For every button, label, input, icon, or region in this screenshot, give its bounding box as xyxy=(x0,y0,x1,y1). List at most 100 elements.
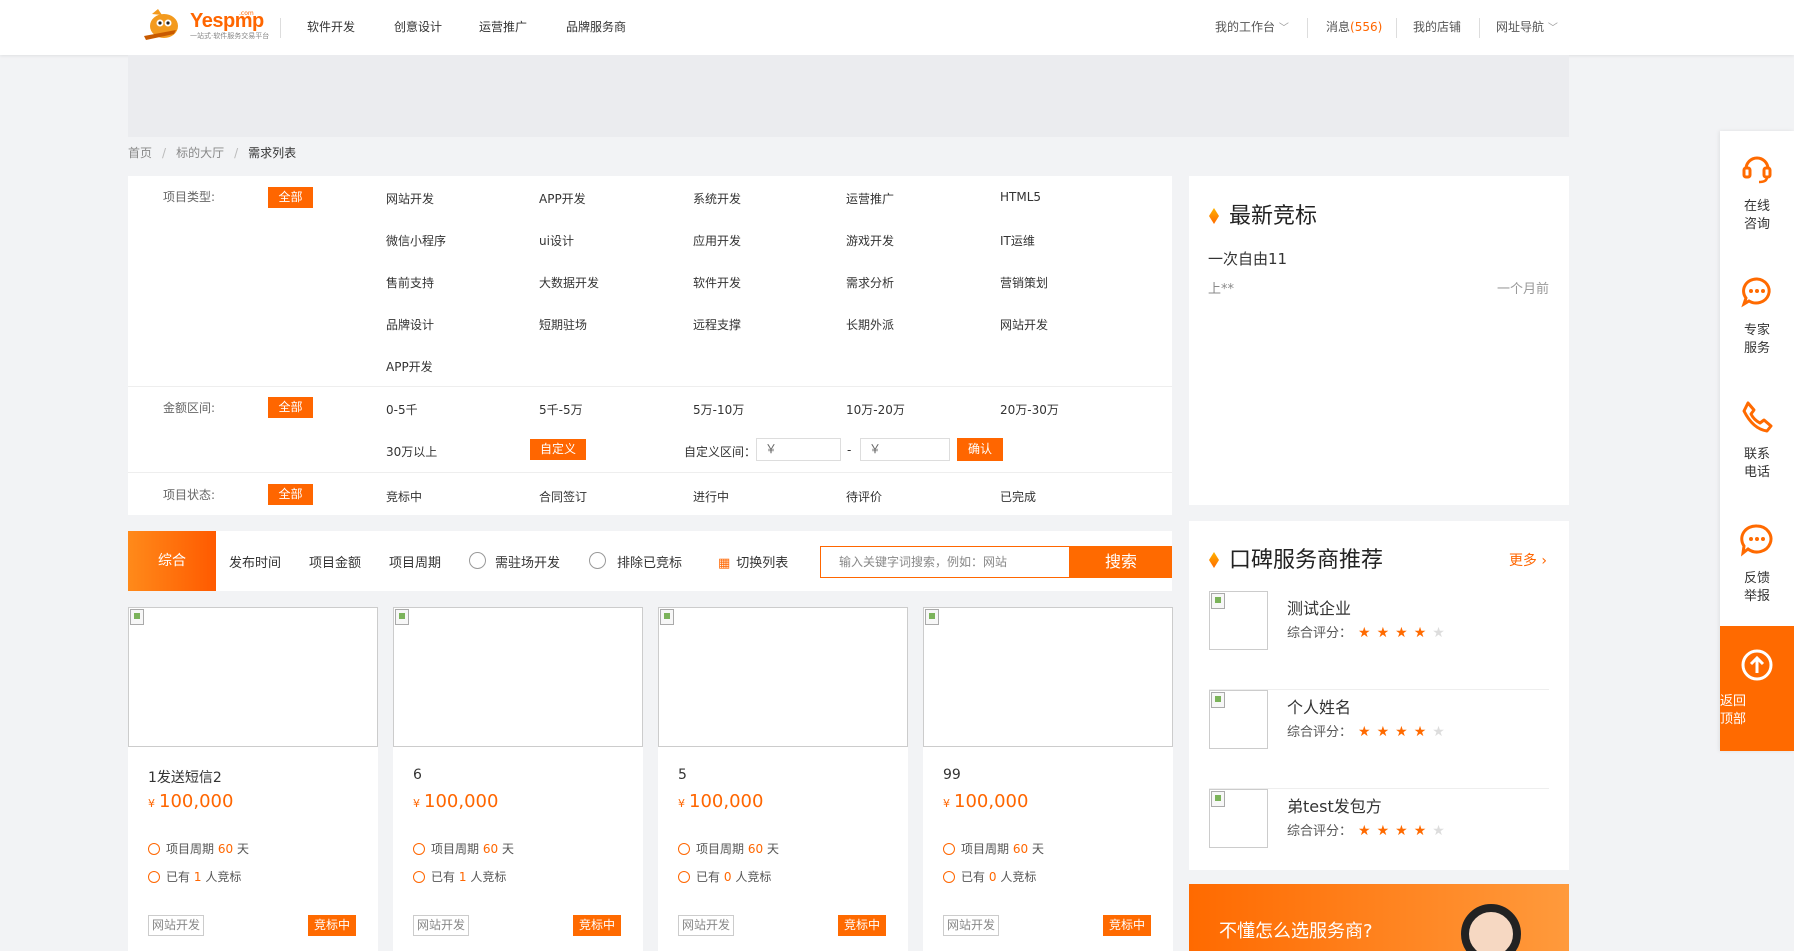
type-option[interactable]: 应用开发 xyxy=(693,232,741,249)
type-option[interactable]: 网站开发 xyxy=(386,190,434,207)
amount-option[interactable]: 5万-10万 xyxy=(693,401,744,418)
feedback-report-button[interactable]: 反馈 举报 xyxy=(1720,503,1794,627)
amount-option[interactable]: 10万-20万 xyxy=(846,401,905,418)
status-option[interactable]: 进行中 xyxy=(693,488,729,505)
sort-amount[interactable]: 项目金额 xyxy=(309,552,361,571)
expert-service-button[interactable]: 专家 服务 xyxy=(1720,255,1794,379)
toggle-list-button[interactable]: ▦ 切换列表 xyxy=(718,552,788,571)
type-option[interactable]: 营销策划 xyxy=(1000,274,1048,291)
latest-bid-item-title[interactable]: 一次自由11 xyxy=(1208,248,1287,269)
status-option[interactable]: 竞标中 xyxy=(386,488,422,505)
star-empty-icon: ★ xyxy=(1432,724,1445,740)
broken-image-icon xyxy=(925,609,939,625)
workspace-label: 我的工作台 xyxy=(1215,20,1276,34)
status-option[interactable]: 待评价 xyxy=(846,488,882,505)
type-option[interactable]: 软件开发 xyxy=(693,274,741,291)
max-amount-input[interactable]: ￥ xyxy=(860,438,950,461)
custom-range-button[interactable]: 自定义 xyxy=(530,439,586,460)
type-option[interactable]: 短期驻场 xyxy=(539,316,587,333)
star-icon: ★ xyxy=(1413,823,1427,839)
sitemap-menu[interactable]: 网址导航 ﹀ xyxy=(1496,18,1558,35)
back-to-top-button[interactable]: 返回 顶部 xyxy=(1720,626,1794,751)
type-option[interactable]: 游戏开发 xyxy=(846,232,894,249)
feedback-report-label: 反馈 举报 xyxy=(1743,571,1770,604)
contact-phone-button[interactable]: 联系 电话 xyxy=(1720,379,1794,503)
type-option[interactable]: IT运维 xyxy=(1000,232,1035,249)
type-all-button[interactable]: 全部 xyxy=(268,187,313,208)
sort-publish-time[interactable]: 发布时间 xyxy=(229,552,281,571)
breadcrumb-home[interactable]: 首页 xyxy=(128,146,152,160)
amount-option[interactable]: 20万-30万 xyxy=(1000,401,1059,418)
onsite-label[interactable]: 需驻场开发 xyxy=(495,552,560,571)
type-option[interactable]: 微信小程序 xyxy=(386,232,446,249)
type-option[interactable]: ui设计 xyxy=(539,232,574,249)
amount-option[interactable]: 30万以上 xyxy=(386,443,437,460)
provider-avatar xyxy=(1209,789,1268,848)
provider-item[interactable]: 个人姓名 综合评分： ★ ★ ★ ★ ★ xyxy=(1209,690,1549,789)
provider-item[interactable]: 测试企业 综合评分： ★ ★ ★ ★ ★ xyxy=(1209,591,1549,690)
online-consult-button[interactable]: 在线 咨询 xyxy=(1720,131,1794,255)
breadcrumb: 首页 / 标的大厅 / 需求列表 xyxy=(128,144,296,161)
project-cycle: 项目周期 60 天 xyxy=(148,840,249,857)
diamond-icon xyxy=(1209,208,1219,224)
provider-name[interactable]: 测试企业 xyxy=(1287,595,1351,619)
project-title[interactable]: 1发送短信2 xyxy=(148,767,222,787)
status-option[interactable]: 已完成 xyxy=(1000,488,1036,505)
search-button[interactable]: 搜索 xyxy=(1070,546,1172,578)
project-card[interactable]: 99 ¥100,000 项目周期 60 天 已有 0 人竞标 网站开发 竞标中 xyxy=(923,607,1173,951)
provider-name[interactable]: 弟test发包方 xyxy=(1287,793,1382,817)
onsite-radio[interactable] xyxy=(469,552,486,569)
amount-option[interactable]: 0-5千 xyxy=(386,401,418,418)
more-providers-link[interactable]: 更多 › xyxy=(1509,550,1547,570)
nav-brand-providers[interactable]: 品牌服务商 xyxy=(566,18,626,35)
project-title[interactable]: 5 xyxy=(678,767,687,783)
exclude-bid-label[interactable]: 排除已竞标 xyxy=(617,552,682,571)
type-option[interactable]: 网站开发 xyxy=(1000,316,1048,333)
type-option[interactable]: 运营推广 xyxy=(846,190,894,207)
type-option[interactable]: APP开发 xyxy=(539,190,586,207)
header-divider xyxy=(280,18,281,38)
min-amount-input[interactable]: ￥ xyxy=(756,438,841,461)
provider-item[interactable]: 弟test发包方 综合评分： ★ ★ ★ ★ ★ xyxy=(1209,789,1549,888)
project-card[interactable]: 6 ¥100,000 项目周期 60 天 已有 1 人竞标 网站开发 竞标中 xyxy=(393,607,643,951)
type-option[interactable]: HTML5 xyxy=(1000,190,1041,204)
project-title[interactable]: 99 xyxy=(943,767,961,783)
breadcrumb-hall[interactable]: 标的大厅 xyxy=(176,146,224,160)
site-logo[interactable]: Yespmp 一站式·软件服务交易平台 .com xyxy=(136,6,269,44)
logo-tagline: 一站式·软件服务交易平台 xyxy=(190,31,270,40)
messages-link[interactable]: 消息(556) xyxy=(1326,18,1382,35)
status-all-button[interactable]: 全部 xyxy=(268,484,313,505)
status-option[interactable]: 合同签订 xyxy=(539,488,587,505)
amount-range-label: 金额区间: xyxy=(163,401,216,415)
chat-headset-icon xyxy=(1741,277,1771,308)
type-option[interactable]: 售前支持 xyxy=(386,274,434,291)
breadcrumb-sep: / xyxy=(234,146,239,160)
type-option[interactable]: APP开发 xyxy=(386,358,433,375)
nav-software-dev[interactable]: 软件开发 xyxy=(307,18,355,35)
logo-domain: .com xyxy=(239,10,254,17)
workspace-menu[interactable]: 我的工作台 ﹀ xyxy=(1215,18,1289,35)
project-card[interactable]: 5 ¥100,000 项目周期 60 天 已有 0 人竞标 网站开发 竞标中 xyxy=(658,607,908,951)
nav-marketing[interactable]: 运营推广 xyxy=(479,18,527,35)
confirm-range-button[interactable]: 确认 xyxy=(957,438,1003,461)
exclude-bid-radio[interactable] xyxy=(589,552,606,569)
provider-name[interactable]: 个人姓名 xyxy=(1287,694,1351,718)
type-option[interactable]: 系统开发 xyxy=(693,190,741,207)
project-card[interactable]: 1发送短信2 ¥100,000 项目周期 60 天 已有 1 人竞标 网站开发 … xyxy=(128,607,378,951)
amount-all-button[interactable]: 全部 xyxy=(268,397,313,418)
choose-provider-banner[interactable]: 不懂怎么选服务商? xyxy=(1189,884,1569,951)
my-shop-link[interactable]: 我的店铺 xyxy=(1413,18,1461,35)
sort-cycle[interactable]: 项目周期 xyxy=(389,552,441,571)
type-option[interactable]: 大数据开发 xyxy=(539,274,599,291)
type-option[interactable]: 品牌设计 xyxy=(386,316,434,333)
keyword-search-input[interactable]: 输入关键字词搜索，例如：网站 xyxy=(820,546,1070,578)
type-option[interactable]: 长期外派 xyxy=(846,316,894,333)
amount-option[interactable]: 5千-5万 xyxy=(539,401,583,418)
sort-comprehensive-tab[interactable]: 综合 xyxy=(128,531,216,591)
broken-image-icon xyxy=(1211,593,1225,609)
nav-creative-design[interactable]: 创意设计 xyxy=(394,18,442,35)
project-title[interactable]: 6 xyxy=(413,767,422,783)
type-option[interactable]: 需求分析 xyxy=(846,274,894,291)
type-option[interactable]: 远程支撑 xyxy=(693,316,741,333)
sitemap-label: 网址导航 xyxy=(1496,20,1545,34)
